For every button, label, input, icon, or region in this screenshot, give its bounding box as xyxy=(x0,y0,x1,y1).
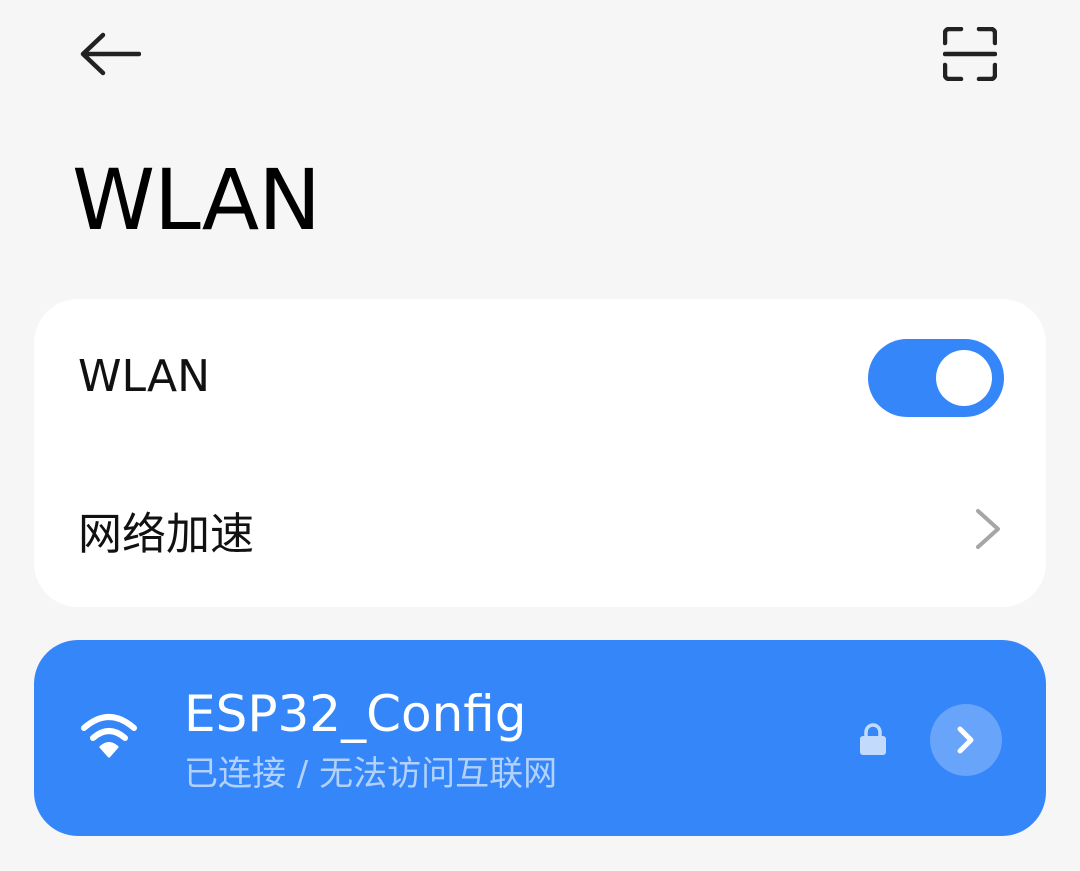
wifi-icon xyxy=(81,714,137,758)
wlan-toggle[interactable] xyxy=(868,339,1004,417)
lock-icon xyxy=(860,723,886,755)
network-details-button[interactable] xyxy=(930,704,1002,776)
chevron-right-icon xyxy=(976,509,1000,549)
network-status: 已连接 / 无法访问互联网 xyxy=(184,754,558,794)
network-name: ESP32_Config xyxy=(184,685,527,743)
wlan-label: WLAN xyxy=(78,350,211,402)
toggle-knob xyxy=(936,350,992,406)
top-bar xyxy=(0,0,1080,110)
scan-button[interactable] xyxy=(936,20,1004,88)
connected-network-card[interactable]: ESP32_Config 已连接 / 无法访问互联网 xyxy=(34,640,1046,836)
chevron-right-icon xyxy=(957,726,974,754)
arrow-left-icon xyxy=(80,32,141,76)
page-title: WLAN xyxy=(72,151,321,249)
wlan-row[interactable]: WLAN xyxy=(34,301,1046,451)
settings-card: WLAN 网络加速 xyxy=(34,299,1046,607)
network-acceleration-label: 网络加速 xyxy=(78,509,254,560)
scan-frame-icon xyxy=(943,27,997,81)
back-button[interactable] xyxy=(72,24,148,84)
network-acceleration-row[interactable]: 网络加速 xyxy=(34,455,1046,605)
